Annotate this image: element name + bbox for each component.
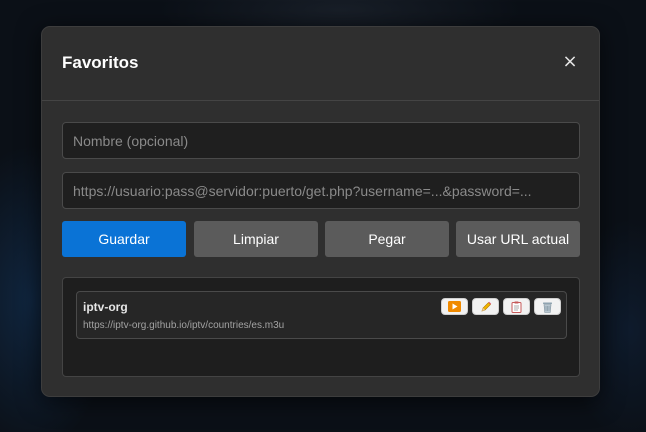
copy-icon <box>511 301 522 313</box>
favorites-dialog: Favoritos × Guardar Limpiar Pegar Usar U… <box>41 26 600 397</box>
dialog-title: Favoritos <box>62 53 139 72</box>
edit-button[interactable] <box>472 298 499 315</box>
name-input[interactable] <box>62 122 580 159</box>
copy-button[interactable] <box>503 298 530 315</box>
list-item: iptv-org https://iptv-org.github.io/iptv… <box>76 291 567 339</box>
favorites-list: iptv-org https://iptv-org.github.io/iptv… <box>62 277 580 377</box>
paste-button[interactable]: Pegar <box>325 221 449 257</box>
close-button[interactable]: × <box>561 53 579 71</box>
dialog-header: Favoritos × <box>42 27 599 101</box>
trash-icon <box>542 301 553 313</box>
favorite-url: https://iptv-org.github.io/iptv/countrie… <box>83 320 285 331</box>
play-button[interactable] <box>441 298 468 315</box>
play-icon <box>448 301 461 312</box>
url-input[interactable] <box>62 172 580 209</box>
use-current-url-button[interactable]: Usar URL actual <box>456 221 580 257</box>
delete-button[interactable] <box>534 298 561 315</box>
save-button[interactable]: Guardar <box>62 221 186 257</box>
favorite-actions <box>441 298 561 315</box>
favorite-name: iptv-org <box>83 300 128 314</box>
edit-icon <box>480 301 492 313</box>
clear-button[interactable]: Limpiar <box>194 221 318 257</box>
